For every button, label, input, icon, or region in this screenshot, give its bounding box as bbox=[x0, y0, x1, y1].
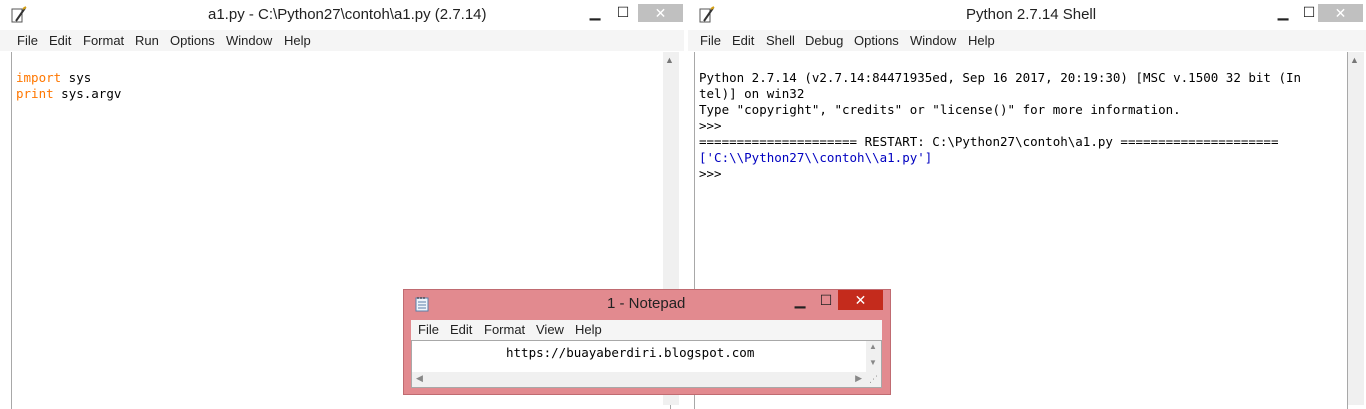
code-keyword: print bbox=[16, 86, 54, 101]
menu-format[interactable]: Format bbox=[83, 33, 124, 48]
code-line: print sys.argv bbox=[16, 86, 666, 102]
menu-window[interactable]: Window bbox=[226, 33, 272, 48]
notepad-title: 1 - Notepad bbox=[607, 295, 686, 312]
menu-help[interactable]: Help bbox=[575, 322, 602, 337]
menu-file[interactable]: File bbox=[418, 322, 439, 337]
python-feather-icon bbox=[11, 6, 27, 23]
menu-edit[interactable]: Edit bbox=[450, 322, 472, 337]
shell-menubar: File Edit Shell Debug Options Window Hel… bbox=[688, 30, 1366, 51]
notepad-window: 1 - Notepad ▁ ☐ ✕ File Edit Format View … bbox=[403, 289, 891, 395]
menu-file[interactable]: File bbox=[17, 33, 38, 48]
scroll-down-arrow-icon[interactable]: ▼ bbox=[869, 358, 877, 367]
menu-options[interactable]: Options bbox=[170, 33, 215, 48]
close-button[interactable]: ✕ bbox=[1318, 4, 1363, 22]
shell-line: Type "copyright", "credits" or "license(… bbox=[699, 102, 1181, 117]
code-keyword: import bbox=[16, 70, 62, 85]
close-button[interactable]: ✕ bbox=[838, 290, 883, 310]
notepad-menubar: File Edit Format View Help bbox=[411, 320, 882, 340]
menu-view[interactable]: View bbox=[536, 322, 564, 337]
editor-titlebar[interactable]: a1.py - C:\Python27\contoh\a1.py (2.7.14… bbox=[0, 0, 684, 30]
maximize-button[interactable]: ☐ bbox=[610, 4, 636, 21]
notepad-horizontal-scrollbar[interactable]: ◀ ▶ bbox=[412, 372, 866, 387]
menu-help[interactable]: Help bbox=[284, 33, 311, 48]
python-feather-icon bbox=[699, 6, 715, 23]
scroll-up-arrow-icon[interactable]: ▲ bbox=[1350, 55, 1359, 65]
code-line: import sys bbox=[16, 70, 666, 86]
menu-run[interactable]: Run bbox=[135, 33, 159, 48]
menu-format[interactable]: Format bbox=[484, 322, 525, 337]
menu-shell[interactable]: Shell bbox=[766, 33, 795, 48]
notepad-vertical-scrollbar[interactable]: ▲ ▼ bbox=[866, 341, 881, 372]
minimize-button[interactable]: ▁ bbox=[787, 292, 813, 309]
scroll-up-arrow-icon[interactable]: ▲ bbox=[665, 55, 674, 65]
menu-debug[interactable]: Debug bbox=[805, 33, 843, 48]
scroll-up-arrow-icon[interactable]: ▲ bbox=[869, 342, 877, 351]
shell-line: Python 2.7.14 (v2.7.14:84471935ed, Sep 1… bbox=[699, 70, 1302, 85]
editor-title: a1.py - C:\Python27\contoh\a1.py (2.7.14… bbox=[208, 6, 487, 23]
shell-line: tel)] on win32 bbox=[699, 86, 805, 101]
shell-restart-line: ===================== RESTART: C:\Python… bbox=[699, 134, 1279, 149]
minimize-button[interactable]: ▁ bbox=[582, 4, 608, 21]
shell-title: Python 2.7.14 Shell bbox=[966, 6, 1097, 23]
menu-options[interactable]: Options bbox=[854, 33, 899, 48]
resize-grip-icon[interactable]: ⋰ bbox=[866, 372, 881, 387]
notepad-icon bbox=[415, 297, 429, 312]
shell-vertical-scrollbar[interactable]: ▲ bbox=[1348, 52, 1364, 405]
menu-file[interactable]: File bbox=[700, 33, 721, 48]
menu-window[interactable]: Window bbox=[910, 33, 956, 48]
shell-output: ['C:\\Python27\\contoh\\a1.py'] bbox=[699, 150, 933, 165]
notepad-text-area[interactable]: https://buayaberdiri.blogspot.com ▲ ▼ ◀ … bbox=[411, 340, 882, 388]
menu-edit[interactable]: Edit bbox=[49, 33, 71, 48]
scroll-left-arrow-icon[interactable]: ◀ bbox=[416, 373, 423, 384]
shell-prompt: >>> bbox=[699, 118, 730, 133]
menu-edit[interactable]: Edit bbox=[732, 33, 754, 48]
code-text: sys bbox=[61, 70, 92, 85]
shell-titlebar[interactable]: Python 2.7.14 Shell ▁ ☐ ✕ bbox=[688, 0, 1366, 30]
scroll-right-arrow-icon[interactable]: ▶ bbox=[855, 373, 862, 384]
menu-help[interactable]: Help bbox=[968, 33, 995, 48]
maximize-button[interactable]: ☐ bbox=[813, 292, 839, 309]
minimize-button[interactable]: ▁ bbox=[1270, 4, 1296, 21]
code-text: sys.argv bbox=[53, 86, 122, 101]
close-button[interactable]: ✕ bbox=[638, 4, 683, 22]
shell-prompt: >>> bbox=[699, 166, 730, 181]
editor-menubar: File Edit Format Run Options Window Help bbox=[0, 30, 684, 51]
notepad-text: https://buayaberdiri.blogspot.com bbox=[506, 345, 755, 360]
